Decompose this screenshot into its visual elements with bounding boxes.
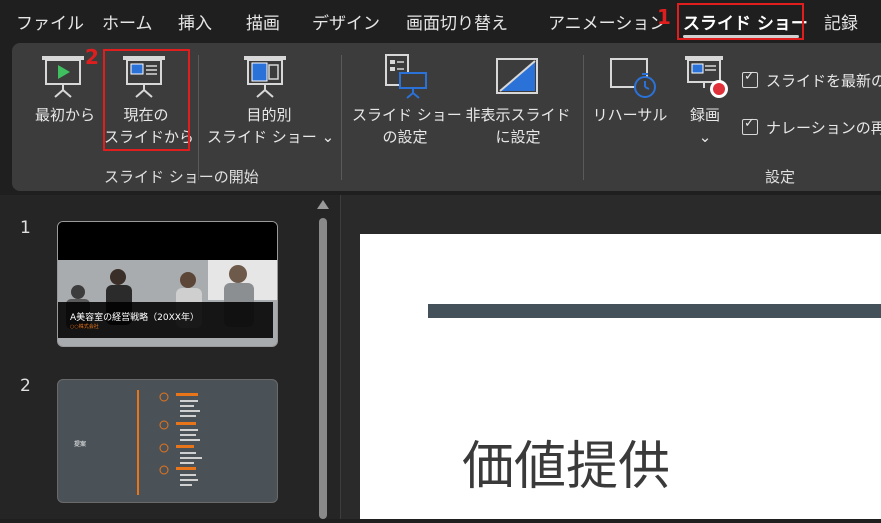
- scroll-up-arrow-icon: [317, 200, 329, 209]
- rehearse-label: リハーサル: [592, 106, 668, 124]
- hide-slide-button[interactable]: 非表示スライド に設定: [462, 104, 574, 148]
- tab-transitions[interactable]: 画面切り替え: [406, 9, 508, 34]
- play-narrations-label: ナレーションの再: [766, 119, 881, 137]
- record-button[interactable]: 録画 ⌄: [680, 104, 730, 148]
- set-up-slide-show-button[interactable]: スライド ショー の設定: [352, 104, 462, 148]
- chevron-down-icon: ⌄: [321, 128, 335, 146]
- step-1-marker: 1: [657, 5, 671, 29]
- custom-slide-show-button[interactable]: 目的別 スライド ショー ⌄: [207, 104, 334, 148]
- hide-label-1: 非表示スライド: [465, 106, 571, 124]
- ribbon-separator-2: [583, 55, 584, 180]
- setup-group-label: 設定: [765, 168, 796, 186]
- from-beginning-button[interactable]: 最初から: [30, 104, 100, 126]
- checkbox-icon: [742, 116, 758, 135]
- custom-show-label-2: スライド ショー: [207, 128, 317, 146]
- slide-thumbnail-2[interactable]: 提案: [57, 379, 278, 503]
- rehearse-timer-icon: [608, 53, 658, 105]
- tab-file[interactable]: ファイル: [16, 9, 84, 34]
- from-beginning-label: 最初から: [34, 106, 95, 124]
- slide-number: 1: [20, 218, 31, 238]
- rehearse-timings-button[interactable]: リハーサル: [590, 104, 670, 126]
- step-2-marker: 2: [85, 45, 99, 69]
- hide-slide-icon: [494, 56, 540, 102]
- scrollbar-thumb: [319, 218, 327, 519]
- chevron-down-icon: ⌄: [698, 128, 712, 146]
- keep-media-checkbox[interactable]: スライドを最新の: [742, 69, 881, 91]
- play-from-start-icon: [40, 53, 90, 103]
- tab-design[interactable]: デザイン: [312, 9, 380, 34]
- slide-header-bar: [428, 304, 881, 318]
- step-2-highlight: [103, 49, 190, 151]
- tab-animations[interactable]: アニメーション: [548, 9, 666, 34]
- tab-record[interactable]: 記録: [824, 9, 858, 34]
- custom-show-icon: [242, 53, 292, 103]
- tab-draw[interactable]: 描画: [246, 9, 280, 34]
- setup-label-1: スライド ショー: [352, 106, 462, 124]
- setup-show-icon: [382, 53, 432, 103]
- slide-title[interactable]: 価値提供: [462, 424, 670, 499]
- slide-1-title: A美容室の経営戦略（20XX年）: [70, 313, 199, 323]
- hide-label-2: に設定: [495, 128, 541, 146]
- slide-number: 2: [20, 376, 31, 396]
- record-label: 録画: [689, 106, 720, 124]
- step-1-highlight: [677, 3, 804, 40]
- thumbnail-scrollbar[interactable]: [317, 200, 329, 519]
- record-icon: [683, 53, 733, 105]
- ribbon-separator: [198, 55, 199, 180]
- start-group-label: スライド ショーの開始: [104, 168, 259, 186]
- slide-1-subtitle: ○○株式会社: [70, 324, 99, 330]
- custom-show-label-1: 目的別: [246, 106, 292, 124]
- keep-media-label: スライドを最新の: [766, 72, 881, 90]
- tab-home[interactable]: ホーム: [102, 9, 153, 34]
- slide-2-diagram: [137, 390, 202, 495]
- setup-label-2: の設定: [382, 128, 428, 146]
- play-narrations-checkbox[interactable]: ナレーションの再: [742, 116, 881, 138]
- checkbox-icon: [742, 69, 758, 88]
- slide-thumbnail-1[interactable]: A美容室の経営戦略（20XX年） ○○株式会社: [57, 221, 278, 347]
- tab-insert[interactable]: 挿入: [178, 9, 212, 34]
- ribbon-group-separator: [341, 55, 342, 180]
